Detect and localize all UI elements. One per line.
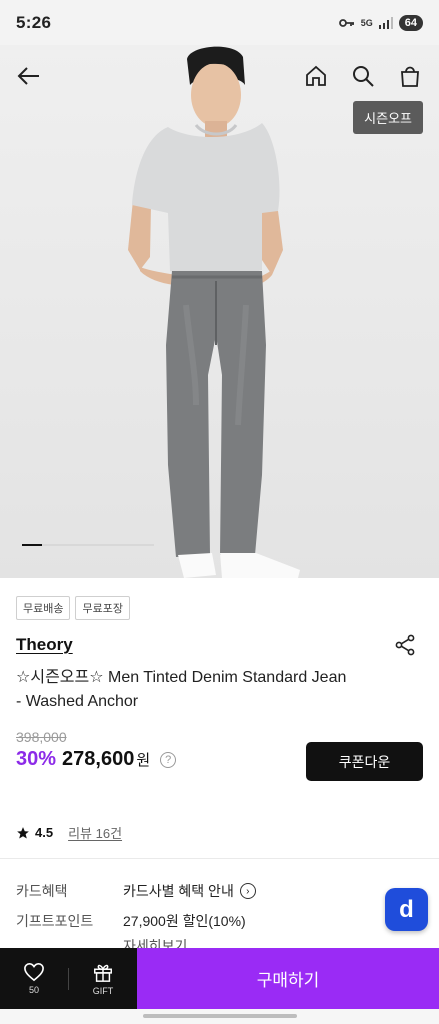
signal-icon [378, 16, 393, 29]
sale-price: 278,600 [62, 748, 135, 770]
card-benefit-label: 카드혜택 [16, 883, 68, 899]
gift-point-label: 기프트포인트 [16, 913, 94, 929]
home-button[interactable] [299, 59, 333, 93]
status-icons: 5G 64 [338, 14, 423, 31]
gift-button[interactable]: GIFT [69, 948, 137, 1009]
rating-value: 4.5 [35, 825, 54, 840]
price-row: 30% 278,600 원 ? [16, 748, 177, 771]
network-label: 5G [360, 17, 373, 28]
home-indicator-area [0, 1009, 439, 1024]
brand-link[interactable]: Theory [16, 635, 73, 655]
floating-app-button[interactable]: d [385, 888, 428, 931]
chevron-right-icon: › [239, 883, 256, 899]
status-time: 5:26 [16, 12, 52, 32]
card-benefit-link[interactable]: 카드사별 혜택 안내 › [123, 881, 256, 901]
gift-point-value: 27,900원 할인(10%) [123, 913, 246, 929]
gift-icon [94, 964, 112, 982]
share-button[interactable] [393, 633, 417, 657]
arrow-left-icon [17, 67, 39, 85]
product-image[interactable]: 시즌오프 [0, 45, 439, 578]
search-button[interactable] [346, 59, 380, 93]
search-icon [353, 66, 374, 87]
share-icon [395, 634, 415, 656]
back-button[interactable] [12, 59, 46, 93]
cart-button[interactable] [393, 59, 427, 93]
original-price: 398,000 [16, 729, 67, 745]
bottom-left-actions: 50 GIFT [0, 948, 137, 1009]
image-progress-fill [22, 544, 42, 546]
image-progress-bar [22, 544, 154, 546]
gift-label: GIFT [92, 986, 114, 996]
key-icon [338, 18, 354, 27]
free-shipping-tag: 무료배송 [16, 596, 71, 620]
heart-icon [24, 962, 44, 982]
battery-icon: 64 [398, 14, 423, 31]
card-benefit-row: 카드혜택 카드사별 혜택 안내 › [16, 881, 256, 901]
gift-point-row: 기프트포인트 27,900원 할인(10%) [16, 911, 246, 931]
rating-row: 4.5 리뷰 16건 [16, 823, 122, 842]
home-icon [306, 65, 326, 86]
shopping-bag-icon [401, 66, 419, 87]
product-title: ☆시즌오프☆ Men Tinted Denim Standard Jean - … [16, 669, 347, 710]
star-icon [17, 826, 29, 839]
coupon-download-button[interactable]: 쿠폰다운 [306, 742, 423, 781]
section-divider [0, 858, 439, 859]
like-button[interactable]: 50 [0, 948, 68, 1009]
status-bar: 5:26 5G 64 [0, 0, 439, 45]
currency-label: 원 [136, 752, 151, 769]
like-count: 50 [28, 985, 39, 995]
help-icon[interactable]: ? [160, 751, 177, 768]
review-link[interactable]: 리뷰 16건 [68, 823, 122, 842]
free-wrapping-tag: 무료포장 [75, 596, 130, 620]
home-indicator[interactable] [143, 1014, 297, 1018]
top-navigation [0, 53, 439, 101]
bottom-action-bar: 50 GIFT 구매하기 [0, 948, 439, 1009]
season-off-badge: 시즌오프 [353, 101, 423, 134]
discount-rate: 30% [16, 748, 57, 770]
shipping-tags: 무료배송 무료포장 [16, 596, 130, 620]
card-benefit-value: 카드사별 혜택 안내 [123, 883, 234, 899]
buy-button[interactable]: 구매하기 [137, 948, 439, 1009]
